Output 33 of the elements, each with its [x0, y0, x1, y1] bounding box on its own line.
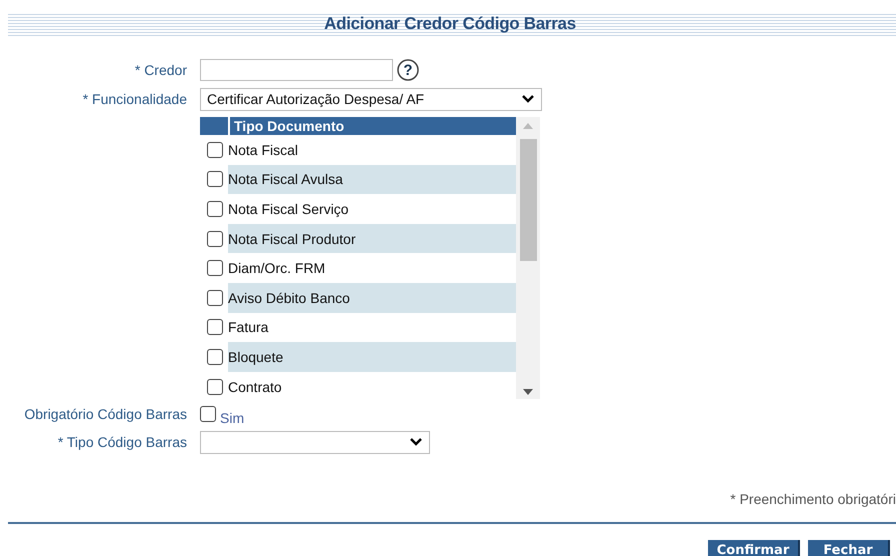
column-header: Tipo Documento: [233, 117, 344, 135]
checkbox[interactable]: [207, 142, 223, 158]
checkbox[interactable]: [200, 406, 216, 422]
checkbox[interactable]: [207, 348, 223, 365]
funcionalidade-select[interactable]: Certificar Autorização Despesa/ AF: [200, 88, 542, 110]
field-label: * Tipo Código Barras: [56, 434, 188, 450]
checkbox[interactable]: [207, 200, 223, 217]
checkbox[interactable]: [207, 378, 223, 395]
dialog-title: Adicionar Credor Código Barras: [324, 14, 576, 34]
field-label: Obrigatório Código Barras: [23, 406, 188, 422]
scrollbar[interactable]: [516, 117, 540, 399]
checkbox[interactable]: [207, 230, 223, 247]
chevron-down-icon: [521, 94, 535, 104]
checkbox-label: Sim: [220, 410, 244, 426]
document-type-row[interactable]: Nota Fiscal Serviço: [200, 194, 516, 224]
document-type-row[interactable]: Fatura: [200, 312, 516, 342]
document-type-row[interactable]: Contrato: [200, 372, 516, 402]
required-note: * Preenchimento obrigatóri: [729, 491, 896, 507]
select-value: Certificar Autorização Despesa/ AF: [207, 91, 424, 107]
document-type-row[interactable]: Nota Fiscal: [200, 135, 516, 165]
checkbox[interactable]: [207, 260, 223, 276]
document-type-row[interactable]: Diam/Orc. FRM: [200, 253, 516, 283]
checkbox[interactable]: [207, 319, 223, 336]
confirm-button[interactable]: Confirmar: [708, 540, 800, 556]
checkbox[interactable]: [207, 290, 223, 306]
chevron-down-icon: [409, 437, 423, 447]
credor-input[interactable]: [200, 59, 393, 81]
checkbox[interactable]: [207, 171, 223, 188]
field-label: * Credor: [134, 62, 188, 78]
field-label: * Funcionalidade: [82, 91, 188, 107]
close-button[interactable]: Fechar: [808, 540, 890, 556]
scroll-down-icon[interactable]: [523, 389, 533, 395]
help-icon[interactable]: ?: [397, 59, 419, 81]
